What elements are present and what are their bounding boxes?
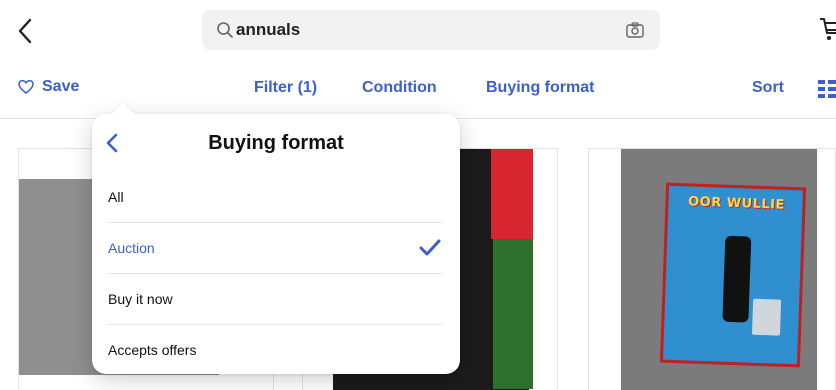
product-image-detail xyxy=(491,149,533,239)
chevron-left-icon xyxy=(18,18,32,44)
book-cover: OOR WULLIE xyxy=(659,182,807,368)
buying-format-filter-button[interactable]: Buying format xyxy=(486,79,594,97)
book-cover-bin xyxy=(751,298,782,336)
heart-icon xyxy=(18,79,34,94)
sort-button[interactable]: Sort xyxy=(752,79,784,97)
filter-button[interactable]: Filter (1) xyxy=(254,79,317,97)
cart-icon[interactable] xyxy=(818,14,836,44)
buying-format-option-buy-it-now[interactable]: Buy it now xyxy=(108,274,442,324)
save-label: Save xyxy=(42,78,80,95)
search-input[interactable]: annuals xyxy=(236,20,300,40)
option-label: All xyxy=(108,189,124,205)
grid-view-icon[interactable] xyxy=(818,80,836,98)
popover-title: Buying format xyxy=(208,132,344,154)
option-label: Buy it now xyxy=(108,291,173,307)
product-image-detail xyxy=(493,239,533,389)
product-card[interactable]: OOR WULLIE xyxy=(588,148,836,390)
book-cover-figure xyxy=(722,235,752,323)
search-results-page: annuals Save Filter (1) Condition Buying… xyxy=(0,0,836,390)
buying-format-option-auction[interactable]: Auction xyxy=(108,223,442,273)
search-icon xyxy=(217,22,233,38)
buying-format-option-all[interactable]: All xyxy=(108,172,442,222)
book-cover-title: OOR WULLIE xyxy=(687,194,786,213)
search-bar[interactable]: annuals xyxy=(202,10,660,50)
save-search-button[interactable]: Save xyxy=(18,78,79,96)
checkmark-icon xyxy=(419,239,441,256)
option-label: Auction xyxy=(108,240,155,256)
option-label: Accepts offers xyxy=(108,342,197,358)
product-image[interactable]: OOR WULLIE xyxy=(621,149,817,390)
buying-format-popover: Buying format All Auction Buy it now Acc… xyxy=(92,114,460,374)
camera-icon[interactable] xyxy=(626,22,644,38)
condition-filter-button[interactable]: Condition xyxy=(362,79,437,97)
back-button[interactable] xyxy=(12,14,40,48)
buying-format-option-accepts-offers[interactable]: Accepts offers xyxy=(108,325,442,375)
